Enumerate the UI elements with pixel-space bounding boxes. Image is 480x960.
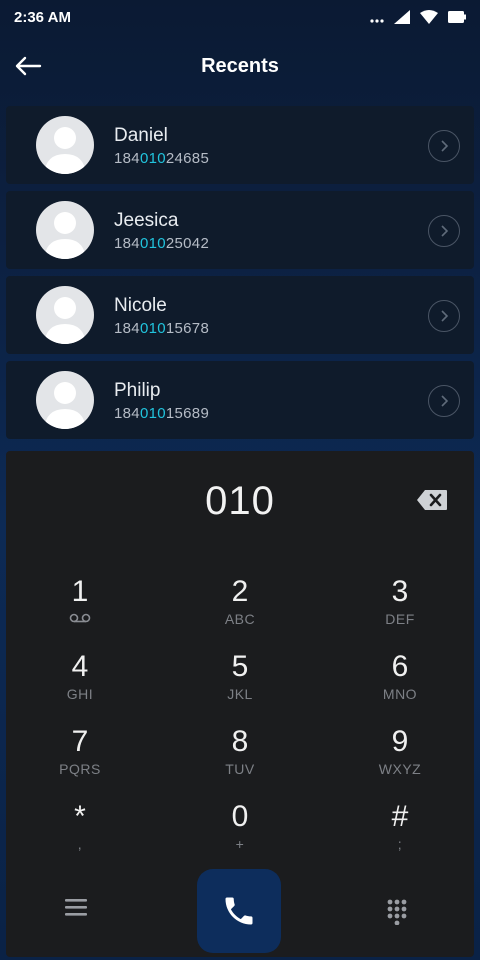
chevron-right-icon: [441, 395, 449, 407]
key-9[interactable]: 9 WXYZ: [340, 725, 460, 795]
contact-row-daniel[interactable]: Daniel 18401024685: [6, 106, 474, 184]
key-letters: ABC: [224, 611, 256, 627]
contact-name: Philip: [114, 379, 161, 401]
recents-list: Daniel 18401024685 Jeesica 18401025042 N…: [6, 106, 474, 446]
key-letters: PQRS: [59, 761, 101, 777]
contact-name: Daniel: [114, 124, 168, 146]
key-1[interactable]: 1: [20, 575, 140, 645]
contact-info: Philip 18401015689: [114, 379, 209, 422]
key-digit: 1: [71, 575, 89, 608]
key-digit: 9: [391, 725, 409, 758]
contact-info: Daniel 18401024685: [114, 124, 209, 167]
key-letters: ,: [77, 836, 83, 852]
contact-number: 18401015678: [114, 319, 210, 337]
dialpad: 010 1 2 ABC 3 DEF 4 GHI 5 JKL 6 MNO 7 PQ…: [6, 451, 474, 957]
key-digit: 5: [231, 650, 249, 683]
contact-number: 18401025042: [114, 234, 210, 252]
key-letters: WXYZ: [378, 761, 422, 777]
key-digit: *: [74, 800, 86, 833]
keypad-toggle-button[interactable]: [386, 899, 412, 929]
menu-button[interactable]: [64, 897, 94, 927]
key-digit: 4: [71, 650, 89, 683]
app-header: Recents: [0, 40, 480, 92]
contact-info: Jeesica 18401025042: [114, 209, 209, 252]
key-digit: 6: [391, 650, 409, 683]
key-digit: 7: [71, 725, 89, 758]
page-title: Recents: [201, 54, 279, 77]
key-digit: 0: [231, 800, 249, 833]
key-7[interactable]: 7 PQRS: [20, 725, 140, 795]
key-letters: ;: [397, 836, 403, 852]
chevron-right-icon: [441, 310, 449, 322]
battery-icon: [448, 11, 466, 23]
key-5[interactable]: 5 JKL: [180, 650, 300, 720]
number-match-highlight: 010: [139, 404, 166, 422]
more-notifications-icon: [370, 19, 384, 23]
avatar: [36, 371, 94, 429]
backspace-icon: [417, 490, 447, 510]
key-digit: 2: [231, 575, 249, 608]
wifi-icon: [420, 10, 438, 24]
menu-icon: [65, 899, 87, 916]
call-button[interactable]: [197, 869, 281, 953]
key-letters: JKL: [227, 686, 253, 702]
status-icons: [370, 10, 466, 24]
key-3[interactable]: 3 DEF: [340, 575, 460, 645]
number-match-highlight: 010: [139, 234, 166, 252]
chevron-right-icon: [441, 225, 449, 237]
contact-details-button[interactable]: [428, 130, 460, 162]
keypad-icon: [387, 899, 407, 926]
key-letters: +: [235, 836, 245, 852]
status-time: 2:36 AM: [14, 8, 71, 26]
dialpad-actions: [6, 857, 474, 957]
avatar: [36, 286, 94, 344]
contact-name: Nicole: [114, 294, 167, 316]
key-letters: MNO: [382, 686, 418, 702]
contact-row-jeesica[interactable]: Jeesica 18401025042: [6, 191, 474, 269]
contact-number: 18401015689: [114, 404, 210, 422]
phone-icon: [225, 897, 253, 925]
contact-details-button[interactable]: [428, 300, 460, 332]
number-match-highlight: 010: [139, 149, 166, 167]
key-8[interactable]: 8 TUV: [180, 725, 300, 795]
contact-row-nicole[interactable]: Nicole 18401015678: [6, 276, 474, 354]
voicemail-icon: [69, 613, 91, 623]
contact-number: 18401024685: [114, 149, 210, 167]
contact-info: Nicole 18401015678: [114, 294, 209, 337]
backspace-button[interactable]: [416, 489, 448, 513]
number-match-highlight: 010: [139, 319, 166, 337]
key-letters: GHI: [66, 686, 94, 702]
back-arrow-icon: [15, 56, 42, 76]
dial-display: 010: [205, 479, 275, 523]
contact-details-button[interactable]: [428, 215, 460, 247]
key-6[interactable]: 6 MNO: [340, 650, 460, 720]
avatar: [36, 116, 94, 174]
contact-name: Jeesica: [114, 209, 179, 231]
key-digit: 3: [391, 575, 409, 608]
status-bar: 2:36 AM: [0, 0, 480, 34]
contact-details-button[interactable]: [428, 385, 460, 417]
back-button[interactable]: [10, 48, 46, 84]
contact-row-philip[interactable]: Philip 18401015689: [6, 361, 474, 439]
key-4[interactable]: 4 GHI: [20, 650, 140, 720]
signal-icon: [394, 10, 410, 24]
avatar: [36, 201, 94, 259]
key-letters: DEF: [385, 611, 415, 627]
key-letters: TUV: [225, 761, 255, 777]
chevron-right-icon: [441, 140, 449, 152]
key-digit: #: [391, 800, 409, 833]
key-2[interactable]: 2 ABC: [180, 575, 300, 645]
key-digit: 8: [231, 725, 249, 758]
